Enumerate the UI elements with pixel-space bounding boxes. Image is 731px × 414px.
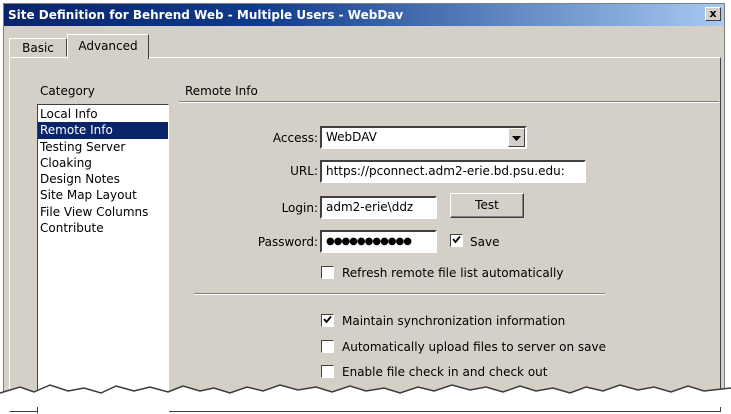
section-divider — [194, 293, 605, 295]
password-input[interactable]: ●●●●●●●●●●● — [320, 230, 437, 253]
access-dropdown-button[interactable] — [508, 128, 525, 147]
checkmark-icon — [323, 315, 332, 324]
tab-basic[interactable]: Basic — [9, 38, 67, 57]
save-label: Save — [470, 235, 500, 249]
chevron-down-icon — [512, 136, 521, 141]
category-item-file-view-columns[interactable]: File View Columns — [38, 204, 168, 220]
check-in-out-label: Enable file check in and check out — [342, 365, 548, 379]
checkmark-icon — [452, 235, 461, 244]
auto-upload-checkbox[interactable] — [321, 340, 334, 353]
maintain-sync-label: Maintain synchronization information — [342, 314, 566, 328]
save-checkbox[interactable] — [450, 234, 463, 247]
category-heading: Category — [40, 84, 95, 98]
login-input[interactable]: adm2-erie\ddz — [320, 196, 437, 219]
category-item-design-notes[interactable]: Design Notes — [38, 171, 168, 187]
site-definition-dialog: Site Definition for Behrend Web - Multip… — [3, 3, 725, 414]
remote-info-heading: Remote Info — [185, 84, 258, 98]
title-bar[interactable]: Site Definition for Behrend Web - Multip… — [4, 4, 724, 26]
test-button[interactable]: Test — [450, 193, 524, 218]
category-item-site-map-layout[interactable]: Site Map Layout — [38, 187, 168, 203]
access-select[interactable]: WebDAV — [320, 126, 527, 149]
category-item-testing-server[interactable]: Testing Server — [38, 139, 168, 155]
auto-upload-label: Automatically upload files to server on … — [342, 340, 607, 354]
refresh-checkbox[interactable] — [321, 266, 334, 279]
login-label: Login: — [281, 201, 318, 215]
maintain-sync-checkbox[interactable] — [321, 314, 334, 327]
access-value: WebDAV — [326, 130, 377, 144]
close-icon: x — [709, 7, 717, 20]
refresh-label: Refresh remote file list automatically — [342, 266, 564, 280]
category-list[interactable]: Local Info Remote Info Testing Server Cl… — [37, 104, 169, 414]
torn-edge-decoration — [0, 384, 731, 407]
test-button-label: Test — [475, 198, 499, 212]
password-label: Password: — [257, 235, 318, 249]
check-in-out-checkbox[interactable] — [321, 365, 334, 378]
url-label: URL: — [290, 164, 318, 178]
tab-advanced-label: Advanced — [78, 39, 138, 53]
tab-advanced[interactable]: Advanced — [67, 34, 149, 59]
url-input[interactable]: https://pconnect.adm2-erie.bd.psu.edu: — [320, 160, 586, 183]
heading-divider — [179, 101, 719, 103]
category-item-local-info[interactable]: Local Info — [38, 106, 168, 122]
category-item-cloaking[interactable]: Cloaking — [38, 155, 168, 171]
access-label: Access: — [272, 131, 318, 145]
category-item-remote-info[interactable]: Remote Info — [38, 122, 168, 139]
tab-basic-label: Basic — [22, 41, 54, 55]
window-title: Site Definition for Behrend Web - Multip… — [8, 8, 404, 22]
category-item-contribute[interactable]: Contribute — [38, 220, 168, 236]
close-button[interactable]: x — [705, 7, 721, 21]
